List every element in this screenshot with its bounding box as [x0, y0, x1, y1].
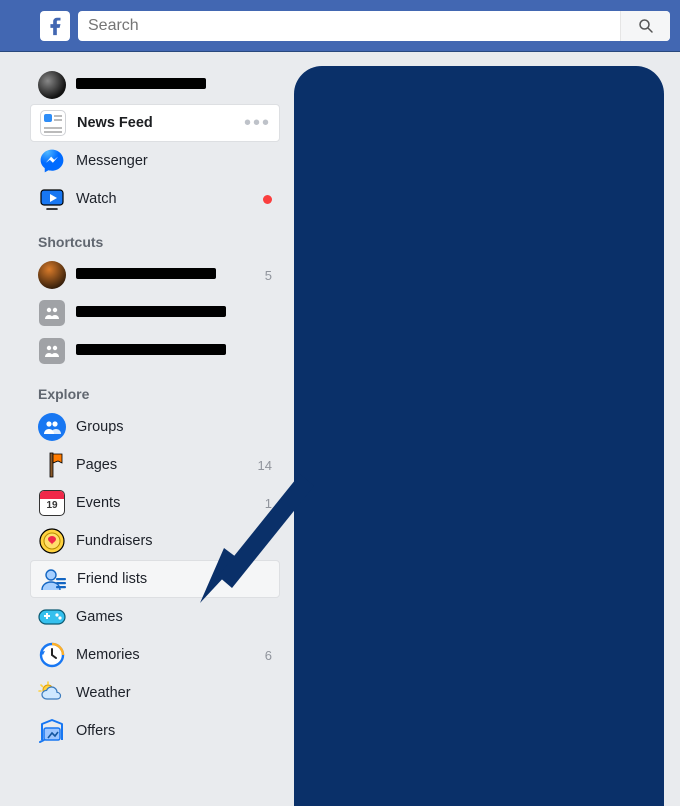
sidebar-item-watch[interactable]: Watch: [30, 180, 280, 218]
group-avatar-icon: [38, 261, 66, 289]
item-count: 14: [258, 458, 272, 473]
sidebar-item-memories[interactable]: Memories 6: [30, 636, 280, 674]
sidebar-item-shortcut[interactable]: [30, 332, 280, 370]
sidebar-item-label: Messenger: [76, 153, 272, 169]
watch-icon: [38, 185, 66, 213]
groups-icon: [38, 413, 66, 441]
sidebar-item-offers[interactable]: Offers: [30, 712, 280, 750]
pages-icon: [38, 451, 66, 479]
sidebar-item-label: Fundraisers: [76, 533, 272, 549]
more-menu-icon[interactable]: •••: [244, 118, 271, 128]
friend-lists-icon: [39, 565, 67, 593]
item-count: 5: [265, 268, 272, 283]
sidebar-item-label: Weather: [76, 685, 272, 701]
group-avatar-icon: [38, 337, 66, 365]
sidebar-item-friend-lists[interactable]: Friend lists: [30, 560, 280, 598]
item-count: 6: [265, 648, 272, 663]
sidebar-item-shortcut[interactable]: 5: [30, 256, 280, 294]
sidebar-item-pages[interactable]: Pages 14: [30, 446, 280, 484]
weather-icon: [38, 679, 66, 707]
offers-icon: [38, 717, 66, 745]
sidebar-item-shortcut[interactable]: [30, 294, 280, 332]
sidebar-item-groups[interactable]: Groups: [30, 408, 280, 446]
games-icon: [38, 603, 66, 631]
item-count: 1: [265, 496, 272, 511]
fundraisers-icon: [38, 527, 66, 555]
messenger-icon: [38, 147, 66, 175]
sidebar-item-weather[interactable]: Weather: [30, 674, 280, 712]
search-input[interactable]: [78, 11, 670, 41]
events-icon: 19: [38, 489, 66, 517]
facebook-logo[interactable]: [40, 11, 70, 41]
sidebar-item-fundraisers[interactable]: Fundraisers: [30, 522, 280, 560]
sidebar-item-label: Games: [76, 609, 272, 625]
avatar: [38, 71, 66, 99]
memories-icon: [38, 641, 66, 669]
feed-icon: [39, 109, 67, 137]
left-sidebar: News Feed ••• Messenger Watch Shortcuts …: [30, 66, 280, 806]
sidebar-item-label: Friend lists: [77, 571, 271, 587]
sidebar-item-label: Pages: [76, 457, 250, 473]
calendar-day: 19: [40, 500, 64, 511]
section-header-shortcuts: Shortcuts: [30, 218, 280, 256]
section-header-explore: Explore: [30, 370, 280, 408]
search-bar: [78, 11, 670, 41]
sidebar-item-label: Groups: [76, 419, 272, 435]
sidebar-item-label: Memories: [76, 647, 257, 663]
sidebar-item-games[interactable]: Games: [30, 598, 280, 636]
search-button[interactable]: [620, 11, 670, 41]
sidebar-item-messenger[interactable]: Messenger: [30, 142, 280, 180]
group-avatar-icon: [38, 299, 66, 327]
topbar: [0, 0, 680, 52]
sidebar-item-label: Watch: [76, 191, 255, 207]
sidebar-item-news-feed[interactable]: News Feed •••: [30, 104, 280, 142]
sidebar-item-profile[interactable]: [30, 66, 280, 104]
sidebar-item-label: Offers: [76, 723, 272, 739]
sidebar-item-label: Events: [76, 495, 257, 511]
main-content-overlay: [294, 66, 664, 806]
sidebar-item-label: News Feed: [77, 115, 244, 131]
sidebar-item-events[interactable]: 19 Events 1: [30, 484, 280, 522]
search-icon: [637, 17, 655, 35]
notification-dot: [263, 195, 272, 204]
